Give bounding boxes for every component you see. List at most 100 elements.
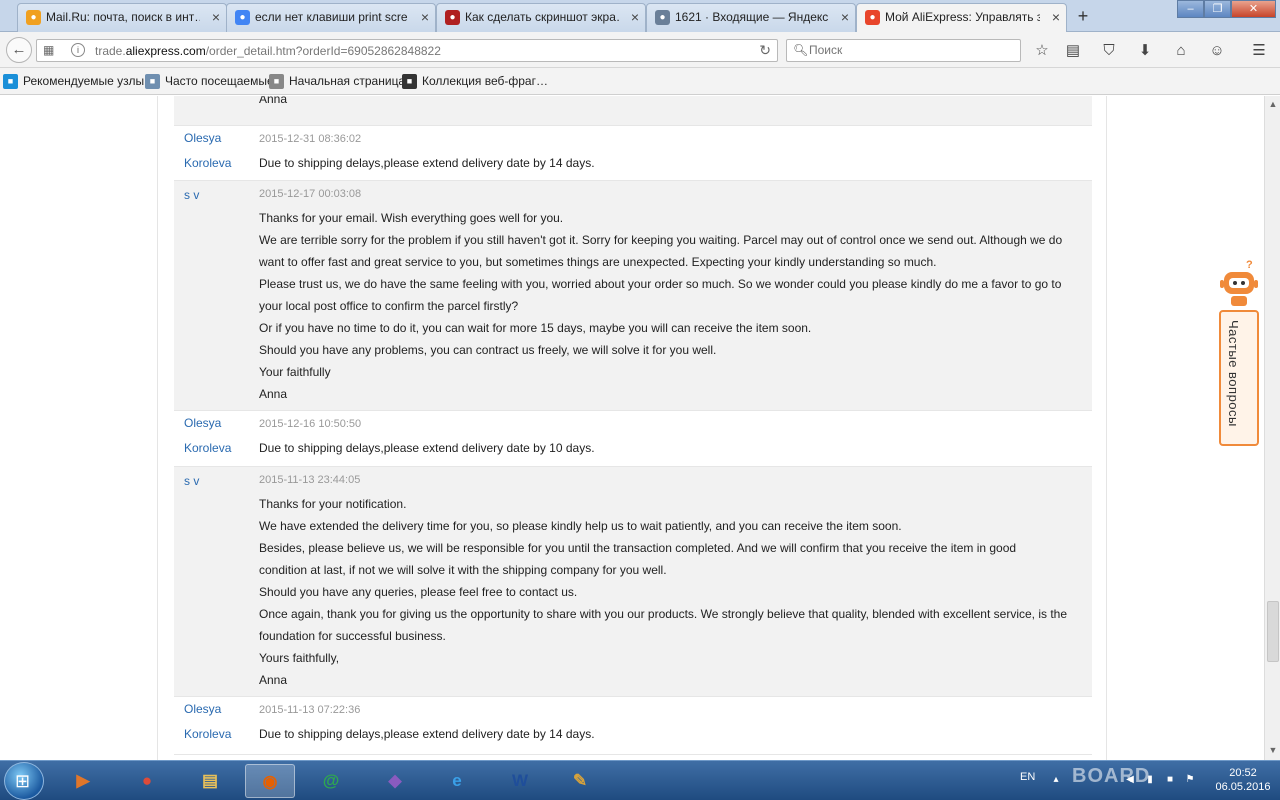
buyer-message: Olesya Koroleva 2015-12-16 10:50:50 Due to… (174, 411, 1092, 467)
message-line: Due to shipping delays,please extend del… (259, 156, 595, 170)
tray-app-icon[interactable]: ■ (1164, 774, 1176, 786)
firefox-icon[interactable]: ◉ (245, 764, 295, 798)
mailru-icon: ● (26, 10, 41, 25)
menu-icon[interactable]: ☰ (1249, 41, 1269, 61)
message-date: 2015-11-13 07:22:36 (259, 704, 361, 716)
clock-date: 06.05.2016 (1215, 781, 1271, 793)
explorer-icon[interactable]: ▤ (185, 764, 235, 798)
svg-text:?: ? (1246, 259, 1253, 271)
message-line: Besides, please believe us, we will be r… (259, 541, 1017, 555)
order-messages: Anna Olesya Koroleva 2015-12-31 08:36:02 Du… (157, 96, 1107, 760)
buyer-message: Olesya Koroleva 2015-11-13 07:22:36 Due to… (174, 697, 1092, 755)
message-author[interactable]: Olesya Koroleva (184, 697, 254, 747)
page-icon: ▦ (43, 43, 55, 57)
url-text[interactable]: trade.aliexpress.com/order_detail.htm?or… (95, 44, 441, 58)
paint-icon[interactable]: ✎ (555, 764, 605, 798)
chrome-icon[interactable]: ● (122, 764, 172, 798)
window-controls: – ❐ ✕ (1177, 0, 1276, 20)
system-tray: EN BOARD ▴ ◀ ▮ ■ ⚑ 20:52 06.05.2016 (1020, 761, 1280, 800)
media-player-icon[interactable]: ▶ (58, 764, 108, 798)
message-line: Anna (259, 673, 288, 687)
internet-explorer-icon[interactable]: e (432, 764, 482, 798)
message-line: your local post office to confirm the pa… (259, 299, 519, 313)
mailru-agent-icon[interactable]: @ (306, 764, 356, 798)
clock[interactable]: 20:52 06.05.2016 (1206, 766, 1280, 794)
close-tab-icon[interactable]: × (841, 4, 849, 31)
browser-tab[interactable]: ● Как сделать скриншот экра… × (436, 3, 646, 32)
pocket-icon[interactable]: ⛉ (1099, 41, 1119, 61)
tab-label: Как сделать скриншот экра… (465, 10, 619, 24)
navigation-bar: ← ▦ i trade.aliexpress.com/order_detail.… (0, 32, 1280, 68)
tab-strip: ● Mail.Ru: почта, поиск в инт… × ● если нет … (0, 0, 1280, 33)
word-icon[interactable]: W (495, 764, 545, 798)
webslice-icon: ■ (402, 74, 417, 89)
bookmark-item[interactable]: ■ Рекомендуемые узлы (3, 74, 145, 89)
message-author[interactable]: s v (184, 183, 254, 208)
bookmark-item[interactable]: ■ Часто посещаемые (145, 74, 274, 89)
scroll-down-icon[interactable]: ▼ (1267, 744, 1279, 756)
tab-label: 1621 · Входящие — Яндекс… (675, 10, 829, 24)
browser-tab[interactable]: ● если нет клавиши print scre… × (226, 3, 436, 32)
bookmark-item[interactable]: ■ Коллекция веб-фраг… (402, 74, 548, 89)
network-icon[interactable]: ▮ (1144, 774, 1156, 786)
bookmark-star-icon[interactable]: ☆ (1032, 41, 1052, 61)
url-bar[interactable]: ▦ i trade.aliexpress.com/order_detail.ht… (36, 39, 778, 62)
notification-icon[interactable]: ⚑ (1184, 774, 1196, 786)
home-icon[interactable]: ⌂ (1171, 41, 1191, 61)
message-line: Please trust us, we do have the same fee… (259, 277, 1062, 291)
tray-expand-icon[interactable]: ▴ (1050, 774, 1062, 786)
minimize-button[interactable]: – (1177, 0, 1204, 18)
message-author[interactable]: Olesya Koroleva (184, 411, 254, 461)
hello-chat-icon[interactable]: ☺ (1207, 41, 1227, 61)
site-icon: ● (445, 10, 460, 25)
message-line: Yours faithfully, (259, 651, 340, 665)
browser-tab[interactable]: ● 1621 · Входящие — Яндекс… × (646, 3, 856, 32)
message-author[interactable]: Olesya Koroleva (184, 126, 254, 176)
bookmark-label: Начальная страница (289, 74, 406, 88)
downloads-icon[interactable]: ⬇ (1135, 41, 1155, 61)
reload-icon[interactable]: ↻ (759, 42, 771, 59)
browser-tab[interactable]: ● Мой AliExpress: Управлять з… × (856, 3, 1067, 33)
back-button[interactable]: ← (6, 37, 32, 63)
message-author[interactable]: s v (184, 469, 254, 494)
volume-icon[interactable]: ◀ (1124, 774, 1136, 786)
scroll-up-icon[interactable]: ▲ (1267, 98, 1279, 110)
bookmark-item[interactable]: ■ Начальная страница (269, 74, 406, 89)
faq-button[interactable]: Частые вопросы (1219, 310, 1259, 446)
visual-studio-icon[interactable]: ◆ (370, 764, 420, 798)
close-window-button[interactable]: ✕ (1231, 0, 1276, 18)
reading-list-icon[interactable]: ▤ (1063, 41, 1083, 61)
search-box[interactable]: 🔍︎ (786, 39, 1021, 62)
seller-message: s v 2015-11-13 23:44:05 Thanks for your no… (174, 467, 1092, 697)
bookmark-label: Коллекция веб-фраг… (422, 74, 548, 88)
close-tab-icon[interactable]: × (212, 4, 220, 31)
message-line: Thanks for your email. Wish everything g… (259, 211, 564, 225)
search-icon: 🔍︎ (793, 43, 809, 57)
bookmarks-bar: ■ Рекомендуемые узлы ■ Часто посещаемые ■ Нач… (0, 68, 1280, 95)
firefox-home-icon: ■ (269, 74, 284, 89)
vertical-scrollbar[interactable]: ▲ ▼ (1264, 96, 1280, 760)
faq-label: Частые вопросы (1226, 320, 1241, 427)
scroll-thumb[interactable] (1267, 601, 1279, 662)
message-line: Should you have any queries, please feel… (259, 585, 578, 599)
start-button[interactable]: ⊞ (4, 762, 44, 800)
close-tab-icon[interactable]: × (1052, 4, 1060, 31)
folder-icon: ■ (145, 74, 160, 89)
seller-message: Anna (174, 96, 1092, 126)
bookmark-label: Рекомендуемые узлы (23, 74, 145, 88)
message-line: Due to shipping delays,please extend del… (259, 441, 595, 455)
language-indicator[interactable]: EN (1020, 771, 1035, 783)
browser-tab[interactable]: ● Mail.Ru: почта, поиск в инт… × (17, 3, 227, 32)
close-tab-icon[interactable]: × (421, 4, 429, 31)
maximize-button[interactable]: ❐ (1204, 0, 1231, 18)
tab-label: если нет клавиши print scre… (255, 10, 409, 24)
support-robot-icon[interactable]: ? (1218, 258, 1260, 308)
seller-message: s v 2015-12-17 00:03:08 Thanks for your em… (174, 181, 1092, 411)
new-tab-button[interactable]: + (1072, 5, 1094, 27)
tab-label: Мой AliExpress: Управлять з… (885, 10, 1040, 24)
close-tab-icon[interactable]: × (631, 4, 639, 31)
search-input[interactable] (809, 43, 1009, 57)
info-icon[interactable]: i (71, 43, 85, 57)
message-line: want to offer fast and great service to … (259, 255, 937, 269)
clock-time: 20:52 (1229, 767, 1257, 779)
